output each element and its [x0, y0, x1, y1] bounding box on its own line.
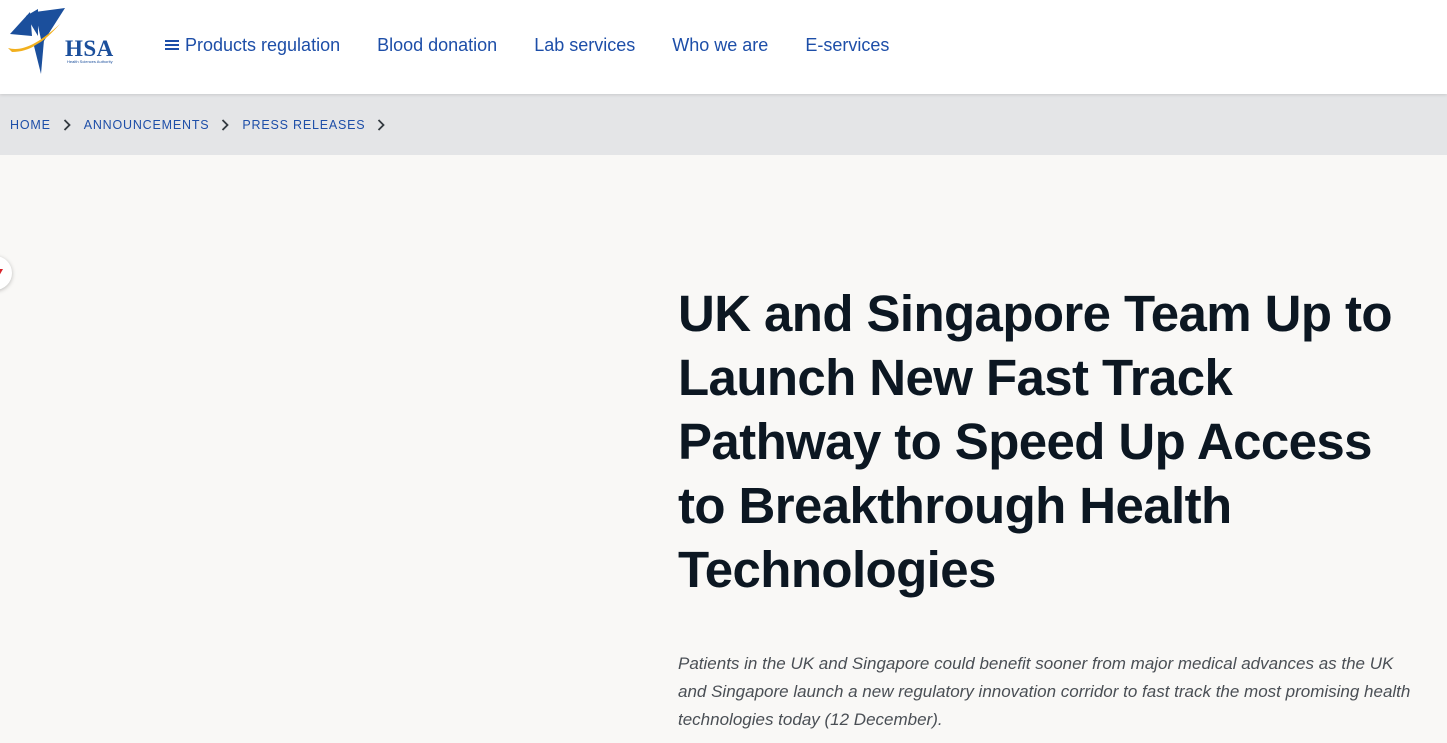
hsa-bird-icon: [8, 8, 65, 74]
main-nav: Products regulation Blood donation Lab s…: [165, 33, 926, 57]
breadcrumb-press-releases[interactable]: PRESS RELEASES: [242, 117, 365, 133]
nav-label: Products regulation: [185, 35, 341, 55]
red-arrow-icon: [0, 269, 3, 275]
chevron-right-icon: [218, 118, 232, 132]
menu-icon: [165, 39, 179, 51]
breadcrumb: HOME ANNOUNCEMENTS PRESS RELEASES: [10, 117, 398, 133]
site-header: HSA Health Sciences Authority Products r…: [0, 0, 1447, 94]
page-title: UK and Singapore Team Up to Launch New F…: [678, 285, 1393, 598]
nav-label: Who we are: [672, 35, 769, 55]
nav-lab-services[interactable]: Lab services: [534, 33, 635, 57]
chevron-right-icon: [60, 118, 74, 132]
nav-e-services[interactable]: E-services: [805, 33, 889, 57]
article-lead: Patients in the UK and Singapore could b…: [678, 654, 1411, 729]
chevron-right-icon: [374, 118, 388, 132]
logo-text: HSA: [65, 36, 114, 61]
nav-label: Blood donation: [377, 35, 498, 55]
nav-blood-donation[interactable]: Blood donation: [377, 33, 497, 57]
hsa-logo[interactable]: HSA Health Sciences Authority: [8, 6, 130, 74]
logo-subtitle: Health Sciences Authority: [67, 59, 113, 64]
breadcrumb-announcements[interactable]: ANNOUNCEMENTS: [84, 117, 210, 133]
nav-products-regulation[interactable]: Products regulation: [165, 33, 340, 57]
floating-badge-button[interactable]: [0, 256, 12, 290]
breadcrumb-bar: HOME ANNOUNCEMENTS PRESS RELEASES: [0, 94, 1447, 155]
breadcrumb-home[interactable]: HOME: [10, 117, 51, 133]
nav-who-we-are[interactable]: Who we are: [672, 33, 768, 57]
nav-label: E-services: [805, 35, 890, 55]
nav-label: Lab services: [534, 35, 636, 55]
